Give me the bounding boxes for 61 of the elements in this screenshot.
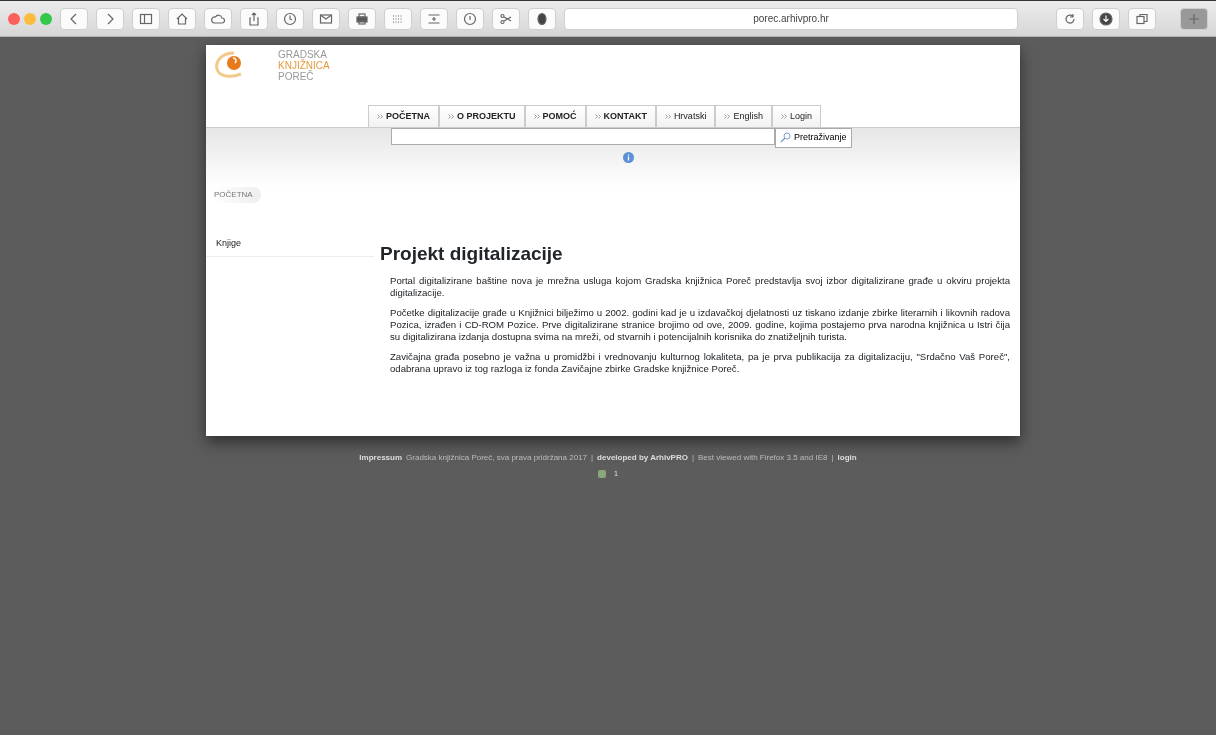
double-chevron-icon [664,114,671,120]
reload-icon [1063,11,1077,26]
share-icon [247,11,261,26]
url-text: porec.arhivpro.hr [753,12,829,26]
search-field[interactable] [391,127,775,145]
double-chevron-icon [594,114,601,120]
double-chevron-icon [377,114,383,120]
page-heading: Projekt digitalizacije [380,242,564,266]
search-icon [780,132,791,143]
footer-text: | [691,452,695,464]
paragraph: Početke digitalizacije građe u Knjižnici bilježimo u 2002. godini kad je u izdavačkoj djelatnosti uz tiskano izdanje zbirke literarnih i likovnih radova Pozica, izrađen i CD-ROM Pozice. Prve digitalizirane stranice brojimo od ove, 2009. godine, kojima postajemo prva narodna knjižnica u Istri čija su digitalizirana izdanja dostupna svima na mreži, od stvarnih i potencijalnih korisnika do znatiželjnih turista. [390,307,1010,344]
double-chevron-icon [724,114,731,120]
nav-link[interactable]: English [715,105,772,127]
logo-text: POREČ [278,71,314,82]
window-control-icon [8,12,20,25]
home-icon [175,11,189,26]
double-chevron-icon [533,114,540,120]
nav-link[interactable]: O PROJEKTU [439,105,525,127]
footer-text: | [591,452,594,464]
toolbar-button[interactable] [348,7,376,30]
visitor-count: 1 [613,468,619,480]
nav-link[interactable]: Login [771,105,821,127]
toolbar-button[interactable] [528,7,556,30]
search-button[interactable]: Pretraživanje [775,127,852,148]
footer-text: Gradska knjižnica Poreč, sva prava pridržana 2017 [406,452,588,464]
footer-link[interactable]: developed by ArhivPRO [597,452,688,464]
double-chevron-icon [780,114,787,120]
nav-link[interactable]: KONTAKT [585,105,656,127]
nav-link[interactable]: Hrvatski [655,105,716,127]
paragraph: Portal digitalizirane baštine nova je mrežna usluga kojom Gradska knjižnica Poreč predstavlja svoj izbor digitalizirane građe u okviru projekta digitalizacije. [390,275,1010,300]
footer-link[interactable]: Impressum [359,452,403,464]
window-control-icon [40,12,52,25]
footer-text: Best viewed with Firefox 3.5 and IE8 [698,452,828,464]
download-button[interactable] [1092,7,1120,30]
nav-link[interactable]: POČETNA [368,105,439,127]
logo-text: GRADSKA [278,49,327,60]
footer-link[interactable]: login [837,452,857,464]
double-chevron-icon [448,114,454,120]
tabs-icon [1135,11,1149,26]
counter-icon [597,470,606,478]
paragraph: Zavičajna građa posebno je važna u promidžbi i vrednovanju kulturnog lokaliteta, pa je prva publikacija za digitalizaciju, "Srdačno Vaš Poreč", odabrana upravo iz tog razloga iz fonda Zavičajne zbirke Gradske knjižnice Poreč. [390,351,1010,376]
toolbar-button[interactable] [312,7,340,30]
window-control-icon [24,12,36,25]
toolbar-button[interactable] [168,7,196,30]
plus-icon [1187,11,1201,26]
sidebar-link[interactable]: Knjige [206,232,374,257]
reload-button[interactable] [1056,7,1084,30]
printer-icon [355,11,369,26]
toolbar-button[interactable] [204,7,232,30]
new-tab-button[interactable] [1180,7,1208,30]
toolbar-button[interactable] [132,7,160,30]
mail-icon [319,11,333,26]
logo-text: KNJIŽNICA [278,60,330,71]
footer-text: | [831,452,834,464]
nav-link[interactable]: POMOĆ [524,105,586,127]
download-icon [1099,11,1113,26]
sidebar-icon [139,11,153,26]
tabs-button[interactable] [1128,7,1156,30]
address-bar[interactable]: porec.arhivpro.hr [564,7,1018,30]
clock-icon [283,11,297,26]
scissors-icon [499,11,513,26]
